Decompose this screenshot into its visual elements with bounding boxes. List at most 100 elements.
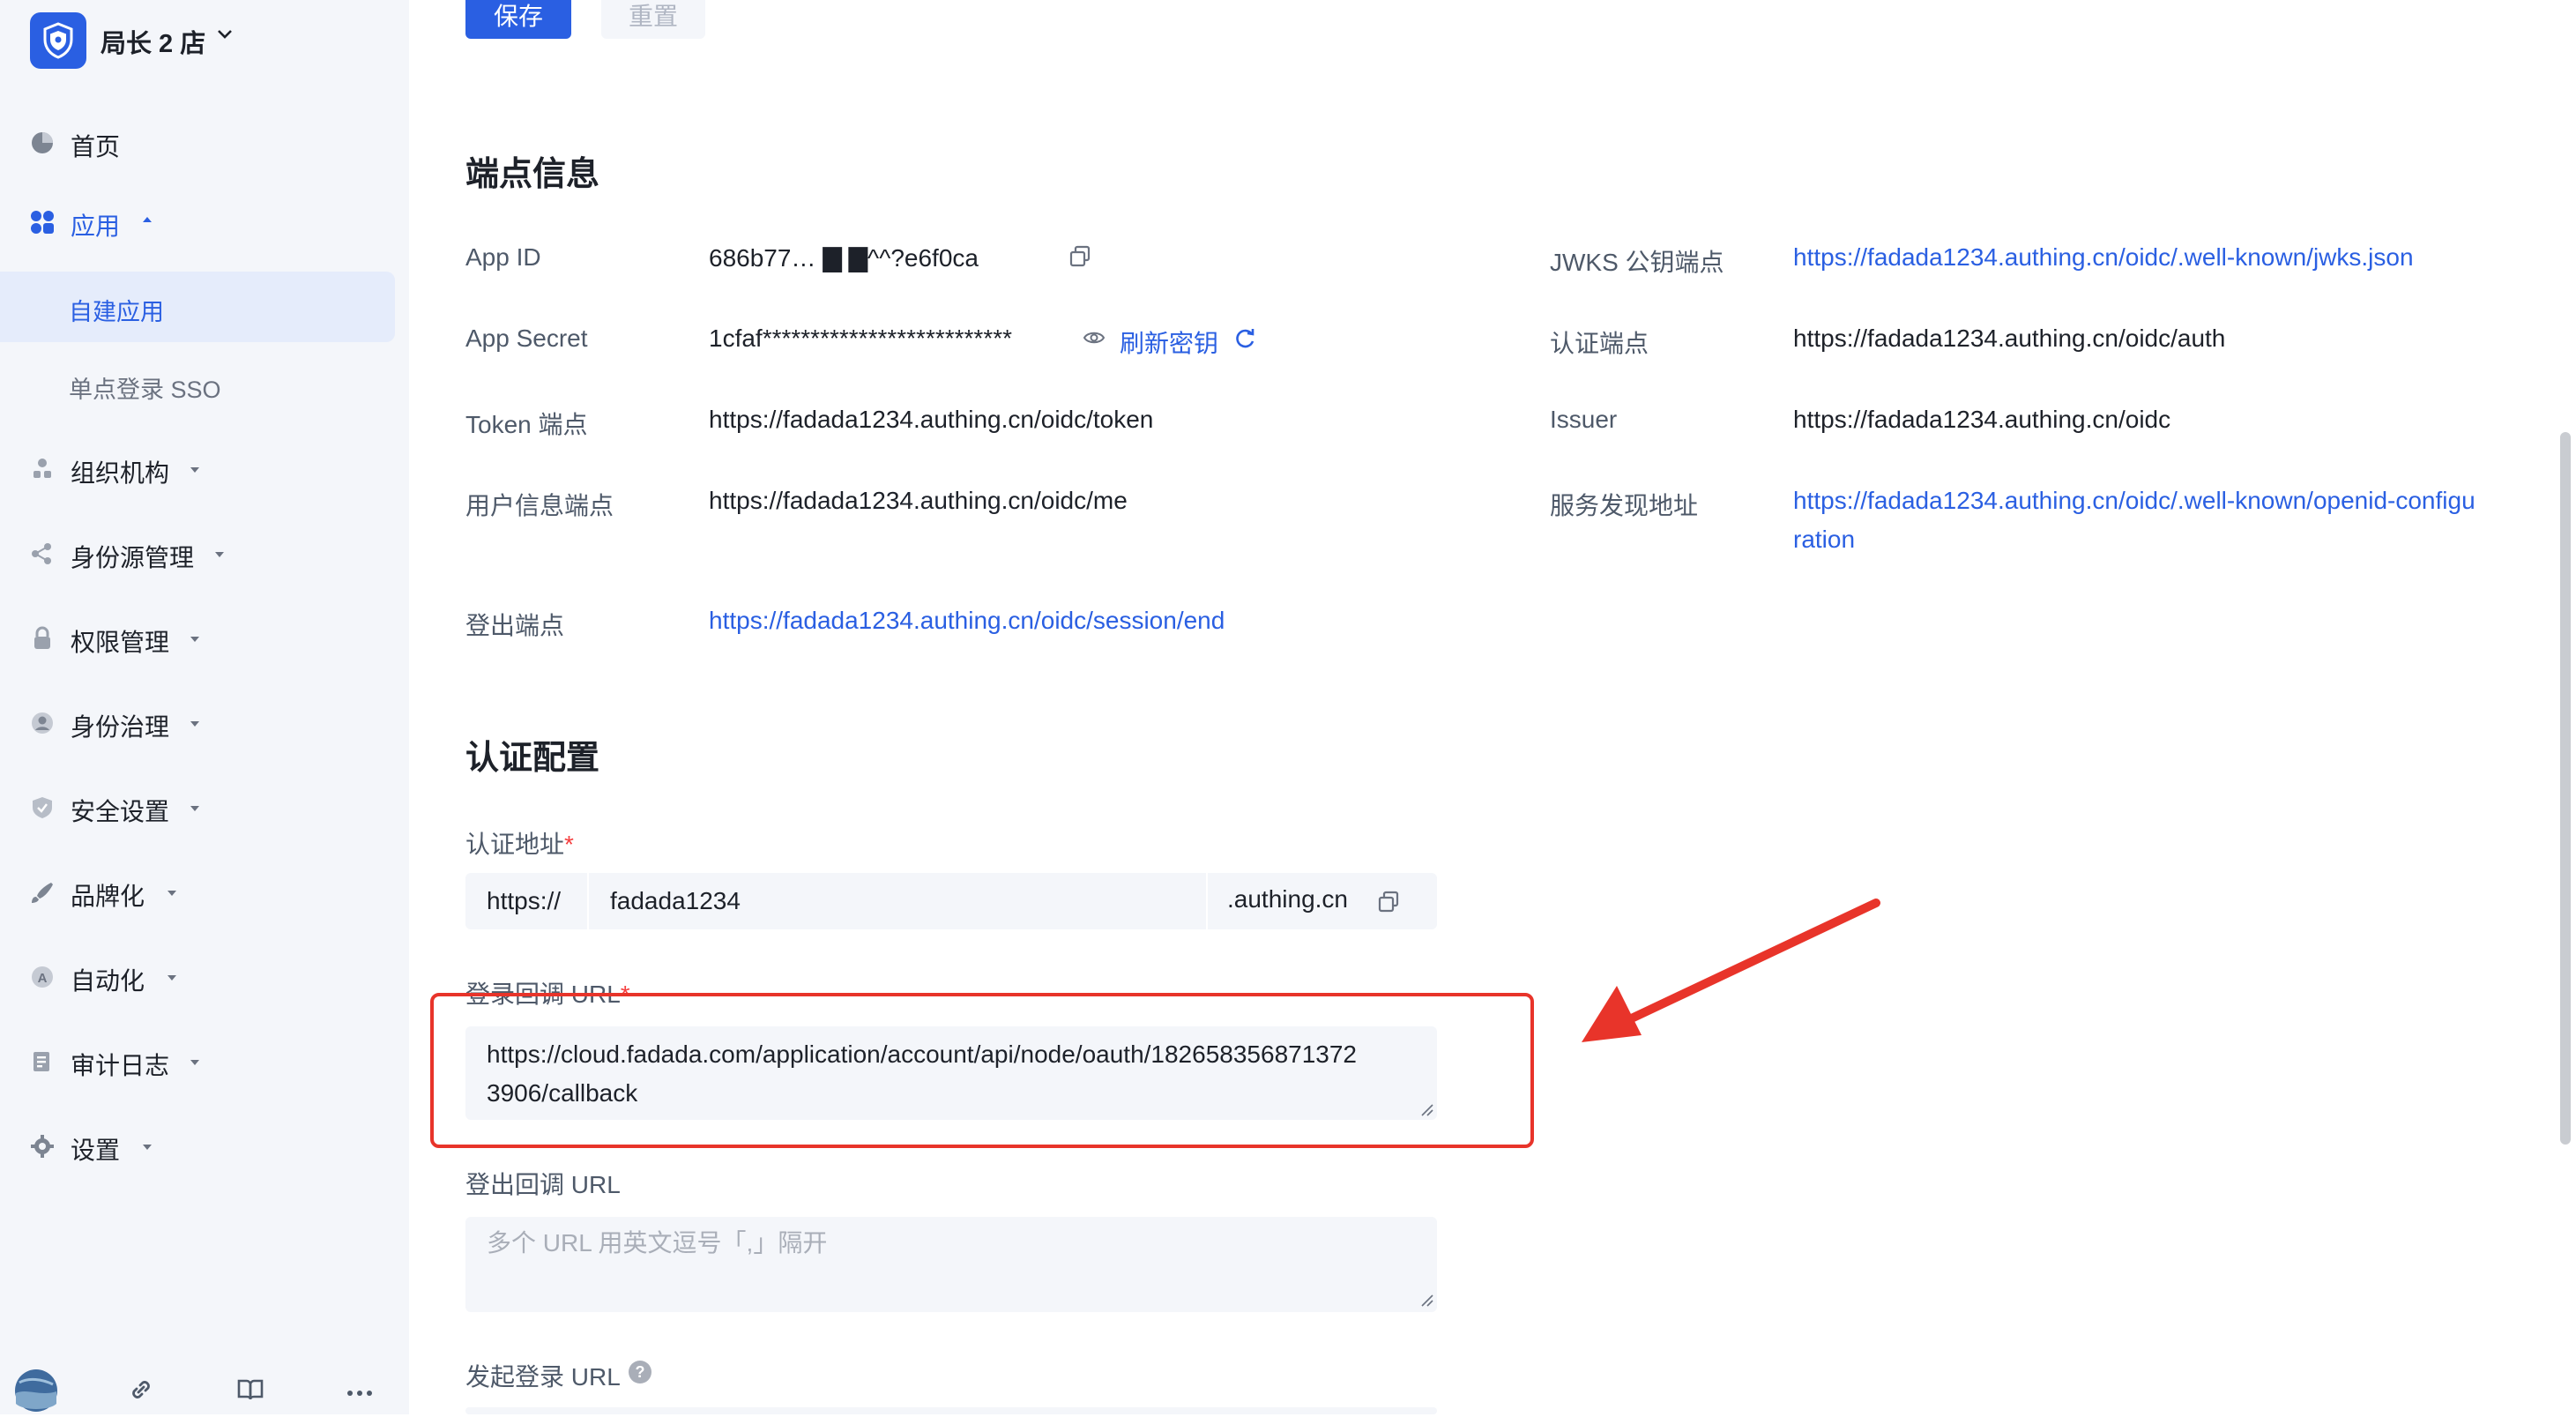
discovery-endpoint-link-cont[interactable]: ration xyxy=(1793,526,1855,554)
logout-callback-placeholder: 多个 URL 用英文逗号「,」隔开 xyxy=(487,1229,828,1257)
auth-endpoint-value: https://fadada1234.authing.cn/oidc/auth xyxy=(1793,324,2226,352)
eye-icon[interactable] xyxy=(1083,328,1106,347)
initiate-login-input[interactable] xyxy=(465,1407,1437,1414)
caret-down-icon xyxy=(215,552,224,557)
help-icon[interactable]: ? xyxy=(628,1360,652,1384)
annotation-highlight-box xyxy=(430,993,1534,1148)
nav-label: 审计日志 xyxy=(71,1052,170,1079)
org-icon xyxy=(28,455,56,483)
copy-icon[interactable] xyxy=(1068,245,1091,268)
nav-label: 品牌化 xyxy=(71,883,145,910)
nav-label: 权限管理 xyxy=(71,629,170,656)
nav-item-settings[interactable]: 设置 xyxy=(0,1120,409,1173)
sidebar: 局长 2 店 首页 应用 自建应用 单点登录 SSO 组织机构 身份源管理 权限… xyxy=(0,0,409,1414)
user-icon xyxy=(28,709,56,737)
resize-handle-icon[interactable] xyxy=(1419,1293,1433,1307)
nav-item-automation[interactable]: A 自动化 xyxy=(0,951,409,1003)
nav-label: 安全设置 xyxy=(71,798,170,825)
logout-endpoint-link[interactable]: https://fadada1234.authing.cn/oidc/sessi… xyxy=(709,607,1225,635)
nav-item-identity-source[interactable]: 身份源管理 xyxy=(0,527,409,580)
section-title-endpoints: 端点信息 xyxy=(465,156,600,193)
chevron-down-icon[interactable] xyxy=(217,28,233,41)
annotation-arrow-icon xyxy=(1582,899,1880,1042)
link-icon[interactable] xyxy=(127,1376,155,1408)
avatar[interactable] xyxy=(14,1369,58,1417)
svg-text:?: ? xyxy=(636,1363,645,1381)
tenant-name[interactable]: 局长 2 店 xyxy=(101,23,205,60)
refresh-icon[interactable] xyxy=(1232,326,1257,351)
nav-item-governance[interactable]: 身份治理 xyxy=(0,697,409,750)
endpoint-label: 服务发现地址 xyxy=(1550,492,1699,519)
nav-item-audit-log[interactable]: 审计日志 xyxy=(0,1035,409,1088)
nav-label: 设置 xyxy=(71,1137,121,1164)
auth-address-input[interactable]: fadada1234 xyxy=(589,873,1206,929)
divider xyxy=(1206,873,1208,929)
auth-address-prefix: https:// xyxy=(487,887,562,914)
scrollbar[interactable] xyxy=(2560,432,2571,1145)
sidebar-item-custom-apps[interactable]: 自建应用 xyxy=(0,272,395,342)
nav-label: 组织机构 xyxy=(71,459,170,487)
nav-item-permissions[interactable]: 权限管理 xyxy=(0,612,409,665)
userinfo-endpoint-value: https://fadada1234.authing.cn/oidc/me xyxy=(709,487,1128,514)
discovery-endpoint-link[interactable]: https://fadada1234.authing.cn/oidc/.well… xyxy=(1793,487,2475,515)
book-icon[interactable] xyxy=(236,1377,264,1406)
caret-up-icon xyxy=(143,217,152,222)
caret-down-icon xyxy=(168,975,176,981)
auth-address-group: https:// fadada1234 .authing.cn xyxy=(465,873,1437,929)
nav-item-home[interactable]: 首页 xyxy=(0,116,409,169)
caret-down-icon xyxy=(190,1060,199,1065)
caret-down-icon xyxy=(168,891,176,896)
copy-icon[interactable] xyxy=(1377,891,1400,914)
endpoint-label: JWKS 公钥端点 xyxy=(1550,249,1724,276)
endpoint-label: Issuer xyxy=(1550,406,1618,433)
section-title-auth-config: 认证配置 xyxy=(465,740,600,777)
jwks-endpoint-link[interactable]: https://fadada1234.authing.cn/oidc/.well… xyxy=(1793,243,2414,272)
app-secret-value: 1cfaf************************** xyxy=(709,324,1013,352)
pie-chart-icon xyxy=(28,129,56,157)
brand-logo[interactable] xyxy=(30,12,86,69)
caret-down-icon xyxy=(190,806,199,811)
automation-icon: A xyxy=(28,963,56,991)
auth-address-label: 认证地址* xyxy=(465,831,574,858)
apps-icon xyxy=(28,208,56,236)
logout-callback-textarea[interactable]: 多个 URL 用英文逗号「,」隔开 xyxy=(465,1217,1437,1312)
more-icon[interactable] xyxy=(346,1386,374,1402)
endpoint-label: Token 端点 xyxy=(465,411,588,438)
log-icon xyxy=(28,1048,56,1076)
sub-label: 自建应用 xyxy=(69,299,164,325)
nav-label: 自动化 xyxy=(71,967,145,995)
auth-address-value: fadada1234 xyxy=(610,887,741,914)
shield-icon xyxy=(28,794,56,822)
endpoint-label: 登出端点 xyxy=(465,612,565,639)
lock-icon xyxy=(28,624,56,653)
shield-logo-icon xyxy=(43,22,73,59)
reset-button[interactable]: 重置 xyxy=(601,0,705,39)
endpoint-label: 用户信息端点 xyxy=(465,492,614,519)
nav-label: 身份源管理 xyxy=(71,544,195,571)
nav-label: 首页 xyxy=(71,133,121,160)
app-id-value: 686b77… ▇ ▇^^?e6f0ca xyxy=(709,244,979,272)
nav-item-apps[interactable]: 应用 xyxy=(0,196,409,249)
caret-down-icon xyxy=(143,1145,152,1150)
token-endpoint-value: https://fadada1234.authing.cn/oidc/token xyxy=(709,406,1154,433)
caret-down-icon xyxy=(190,721,199,727)
endpoint-label: App Secret xyxy=(465,324,588,352)
initiate-login-label: 发起登录 URL xyxy=(465,1363,621,1391)
issuer-value: https://fadada1234.authing.cn/oidc xyxy=(1793,406,2171,433)
caret-down-icon xyxy=(190,637,199,642)
save-button[interactable]: 保存 xyxy=(465,0,571,39)
caret-down-icon xyxy=(190,467,199,473)
nav-item-branding[interactable]: 品牌化 xyxy=(0,866,409,919)
gear-icon xyxy=(28,1132,56,1160)
brush-icon xyxy=(28,878,56,906)
nav-item-org[interactable]: 组织机构 xyxy=(0,443,409,496)
nav-item-security[interactable]: 安全设置 xyxy=(0,781,409,834)
logout-callback-label: 登出回调 URL xyxy=(465,1171,621,1198)
share-icon xyxy=(28,540,56,568)
sidebar-item-sso[interactable]: 单点登录 SSO xyxy=(0,349,395,420)
auth-address-suffix: .authing.cn xyxy=(1227,885,1348,913)
refresh-secret-button[interactable]: 刷新密钥 xyxy=(1120,324,1218,360)
nav-label: 应用 xyxy=(71,213,121,240)
sub-label: 单点登录 SSO xyxy=(69,377,221,403)
endpoint-label: App ID xyxy=(465,243,541,271)
